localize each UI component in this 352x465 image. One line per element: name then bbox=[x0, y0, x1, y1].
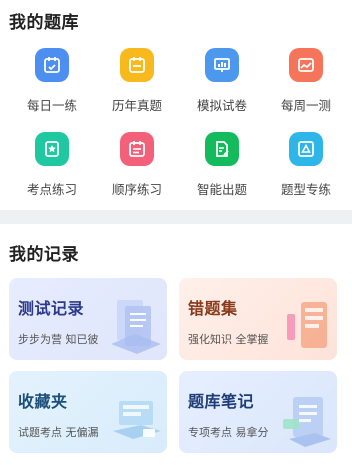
grid-item-label: 题型专练 bbox=[280, 182, 331, 197]
records-title: 我的记录 bbox=[9, 245, 79, 265]
card-subtitle: 专项考点 易拿分 bbox=[188, 426, 269, 439]
question-notes-card[interactable]: 题库笔记 专项考点 易拿分 bbox=[179, 371, 337, 453]
card-title: 收藏夹 bbox=[18, 392, 68, 411]
triangle-icon bbox=[289, 132, 323, 166]
grid-item-label: 顺序练习 bbox=[111, 182, 162, 197]
book-illustration-icon bbox=[287, 302, 327, 348]
grid-item-past-exams[interactable]: 历年真题 bbox=[93, 48, 181, 114]
grid-item-label: 每日一练 bbox=[26, 98, 77, 113]
test-records-card[interactable]: 测试记录 步步为营 知已彼 bbox=[9, 278, 167, 360]
document-pen-icon bbox=[205, 132, 239, 166]
card-title: 测试记录 bbox=[18, 299, 85, 318]
card-subtitle: 强化知识 全掌握 bbox=[188, 333, 269, 346]
star-book-icon bbox=[35, 132, 69, 166]
grid-item-label: 智能出题 bbox=[196, 182, 247, 197]
grid-item-sequential-practice[interactable]: 顺序练习 bbox=[93, 132, 181, 198]
laptop-folder-illustration-icon bbox=[113, 401, 161, 439]
grid-item-daily-practice[interactable]: 每日一练 bbox=[8, 48, 96, 114]
grid-item-label: 历年真题 bbox=[111, 98, 162, 113]
card-title: 错题集 bbox=[188, 299, 238, 318]
grid-item-label: 模拟试卷 bbox=[196, 98, 247, 113]
card-title: 题库笔记 bbox=[188, 392, 255, 411]
calendar-icon bbox=[35, 48, 69, 82]
grid-item-mock-paper[interactable]: 模拟试卷 bbox=[178, 48, 266, 114]
grid-item-weekly-test[interactable]: 每周一测 bbox=[262, 48, 350, 114]
grid-item-smart-quiz[interactable]: 智能出题 bbox=[178, 132, 266, 198]
calendar-list-icon bbox=[120, 132, 154, 166]
documents-illustration-icon bbox=[111, 300, 161, 354]
presentation-chart-icon bbox=[205, 48, 239, 82]
section-divider bbox=[0, 210, 352, 224]
grid-item-label: 考点练习 bbox=[26, 182, 77, 197]
grid-item-label: 每周一测 bbox=[280, 98, 331, 113]
grid-item-question-type-drill[interactable]: 题型专练 bbox=[262, 132, 350, 198]
question-bank-title: 我的题库 bbox=[9, 13, 79, 33]
card-subtitle: 试题考点 无偏漏 bbox=[18, 426, 99, 439]
card-subtitle: 步步为营 知已彼 bbox=[18, 333, 99, 346]
notebook-illustration-icon bbox=[283, 397, 331, 447]
favorites-card[interactable]: 收藏夹 试题考点 无偏漏 bbox=[9, 371, 167, 453]
calendar-icon bbox=[120, 48, 154, 82]
grid-item-topic-practice[interactable]: 考点练习 bbox=[8, 132, 96, 198]
wrong-questions-card[interactable]: 错题集 强化知识 全掌握 bbox=[179, 278, 337, 360]
image-chart-icon bbox=[289, 48, 323, 82]
